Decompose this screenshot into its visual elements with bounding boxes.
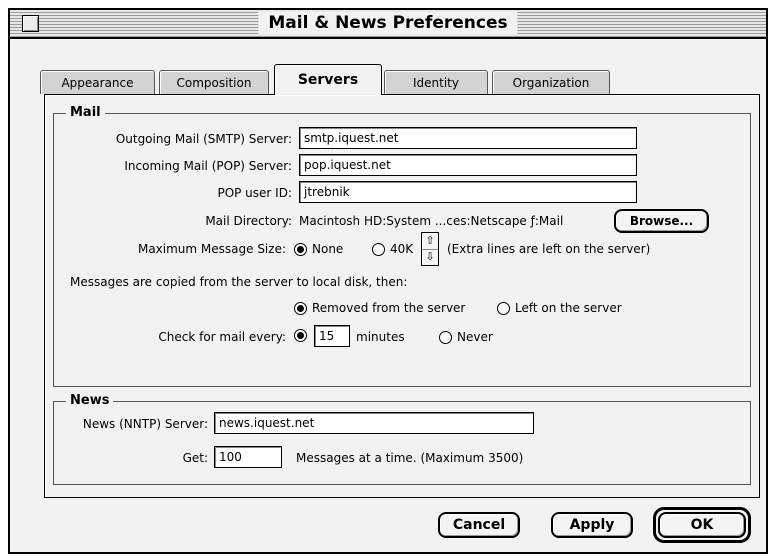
arrow-down-icon[interactable]: ⇩: [422, 249, 438, 265]
get-count-field[interactable]: 100: [214, 446, 282, 468]
tab-identity[interactable]: Identity: [384, 70, 488, 94]
news-group: News News (NNTP) Server: news.iquest.net…: [53, 392, 751, 485]
max-message-size-label: Maximum Message Size:: [137, 242, 286, 256]
arrow-up-icon[interactable]: ⇧: [422, 233, 438, 250]
nntp-server-field[interactable]: news.iquest.net: [214, 412, 534, 434]
size-stepper[interactable]: ⇧ ⇩: [421, 232, 439, 266]
tab-organization[interactable]: Organization: [492, 70, 610, 94]
mail-directory-label: Mail Directory:: [205, 214, 292, 228]
radio-unselected-icon: [439, 330, 452, 344]
browse-button[interactable]: Browse...: [614, 209, 709, 233]
mail-group-title: Mail: [66, 104, 105, 122]
mail-group: Mail Outgoing Mail (SMTP) Server: smtp.i…: [53, 104, 751, 387]
nntp-server-label: News (NNTP) Server:: [82, 417, 208, 431]
never-label: Never: [457, 330, 493, 344]
smtp-server-field[interactable]: smtp.iquest.net: [299, 127, 637, 149]
maxsize-none-label: None: [312, 242, 344, 256]
tab-servers[interactable]: Servers: [274, 64, 382, 95]
mail-directory-path: Macintosh HD:System ...ces:Netscape ƒ:Ma…: [299, 214, 564, 228]
pop-userid-label: POP user ID:: [217, 186, 292, 200]
removed-from-server-radio[interactable]: Removed from the server: [294, 300, 465, 316]
left-on-server-radio[interactable]: Left on the server: [497, 300, 622, 316]
smtp-label: Outgoing Mail (SMTP) Server:: [115, 132, 292, 146]
pop-server-field[interactable]: pop.iquest.net: [299, 154, 637, 176]
tab-composition[interactable]: Composition: [159, 70, 269, 94]
radio-selected-icon: [294, 242, 307, 256]
radio-selected-icon: [294, 301, 307, 315]
news-group-title: News: [66, 392, 114, 410]
removed-from-server-label: Removed from the server: [312, 301, 466, 315]
radio-selected-icon: [294, 329, 307, 342]
check-mail-label: Check for mail every:: [158, 330, 286, 344]
check-interval-field[interactable]: 15: [314, 325, 350, 347]
window-title: Mail & News Preferences: [258, 12, 518, 34]
maxsize-40k-radio[interactable]: 40K: [372, 241, 413, 257]
minutes-label: minutes: [356, 330, 405, 344]
preferences-window: Mail & News Preferences Appearance Compo…: [8, 8, 768, 554]
check-every-radio[interactable]: [294, 329, 312, 342]
title-bar[interactable]: Mail & News Preferences: [10, 10, 766, 39]
maxsize-40k-label: 40K: [390, 242, 414, 256]
get-label: Get:: [182, 451, 208, 465]
close-box[interactable]: [22, 15, 39, 32]
radio-unselected-icon: [497, 301, 510, 315]
pop-userid-field[interactable]: jtrebnik: [299, 181, 637, 203]
cancel-button[interactable]: Cancel: [438, 512, 520, 538]
servers-panel: Mail Outgoing Mail (SMTP) Server: smtp.i…: [44, 94, 760, 498]
maxsize-note: (Extra lines are left on the server): [447, 242, 651, 256]
tab-appearance[interactable]: Appearance: [40, 70, 155, 94]
pop-label: Incoming Mail (POP) Server:: [124, 159, 292, 173]
left-on-server-label: Left on the server: [515, 301, 622, 315]
ok-button[interactable]: OK: [658, 512, 746, 538]
get-note: Messages at a time. (Maximum 3500): [296, 451, 524, 465]
apply-button[interactable]: Apply: [551, 512, 633, 538]
never-check-radio[interactable]: Never: [439, 329, 493, 345]
maxsize-none-radio[interactable]: None: [294, 241, 343, 257]
messages-copied-label: Messages are copied from the server to l…: [70, 275, 408, 289]
radio-unselected-icon: [372, 242, 385, 256]
